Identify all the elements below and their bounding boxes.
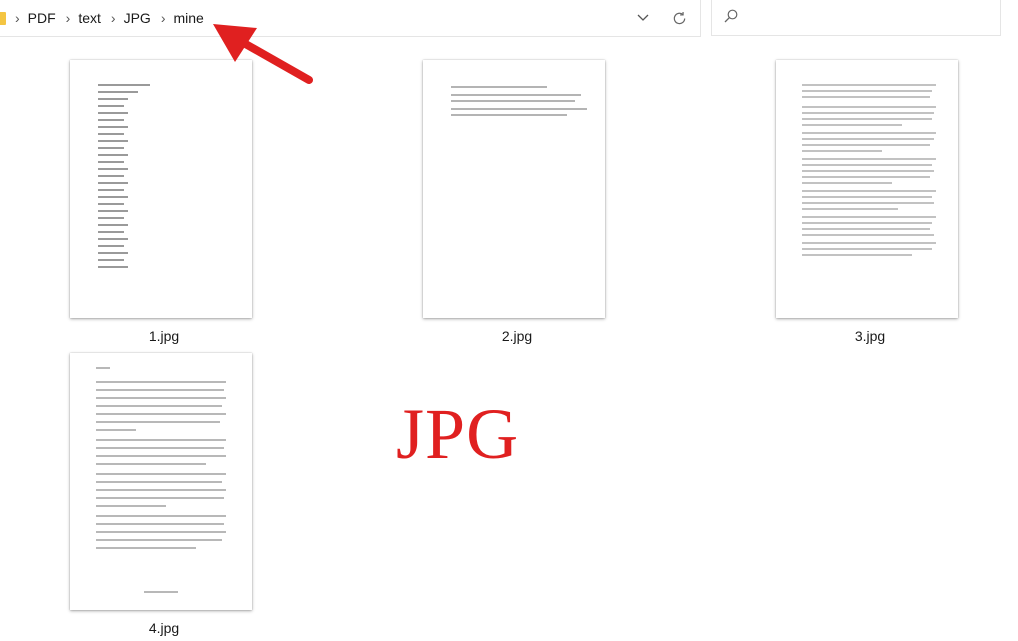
address-dropdown-button[interactable] [630, 6, 656, 30]
address-bar[interactable]: › PDF › text › JPG › mine [0, 0, 701, 37]
thumbnail-3 [776, 60, 958, 318]
file-item-2[interactable]: 2.jpg [412, 58, 612, 348]
breadcrumb-separator[interactable]: › [15, 0, 20, 36]
breadcrumb-pdf[interactable]: PDF [28, 0, 56, 36]
text-list-preview [98, 84, 150, 268]
thumbnail-4 [70, 353, 252, 610]
search-input[interactable] [748, 6, 992, 30]
dense-text-preview [802, 84, 936, 256]
article-text-preview [96, 367, 226, 593]
file-name-4[interactable]: 4.jpg [104, 620, 224, 636]
breadcrumb-separator[interactable]: › [111, 0, 116, 36]
file-item-3[interactable]: 3.jpg [764, 58, 964, 348]
text-paragraph-preview [451, 86, 587, 116]
search-icon [724, 9, 738, 23]
file-item-1[interactable]: 1.jpg [60, 58, 260, 348]
breadcrumb-text[interactable]: text [78, 0, 101, 36]
thumbnail-2 [423, 60, 605, 318]
folder-icon [0, 11, 6, 25]
breadcrumb-mine[interactable]: mine [174, 0, 204, 36]
jpg-watermark: JPG [396, 394, 520, 474]
file-name-2[interactable]: 2.jpg [457, 328, 577, 344]
search-box[interactable] [711, 0, 1001, 36]
navigation-bar: › PDF › text › JPG › mine [0, 0, 1018, 38]
chevron-down-icon [637, 14, 649, 21]
file-name-3[interactable]: 3.jpg [810, 328, 930, 344]
refresh-button[interactable] [666, 6, 692, 30]
thumbnail-1 [70, 60, 252, 318]
refresh-icon [673, 11, 685, 24]
file-item-4[interactable]: 4.jpg [60, 350, 260, 640]
annotation-arrow-icon [213, 24, 313, 84]
breadcrumb-separator[interactable]: › [161, 0, 166, 36]
breadcrumb-separator[interactable]: › [66, 0, 71, 36]
file-name-1[interactable]: 1.jpg [104, 328, 224, 344]
breadcrumb-jpg[interactable]: JPG [124, 0, 151, 36]
